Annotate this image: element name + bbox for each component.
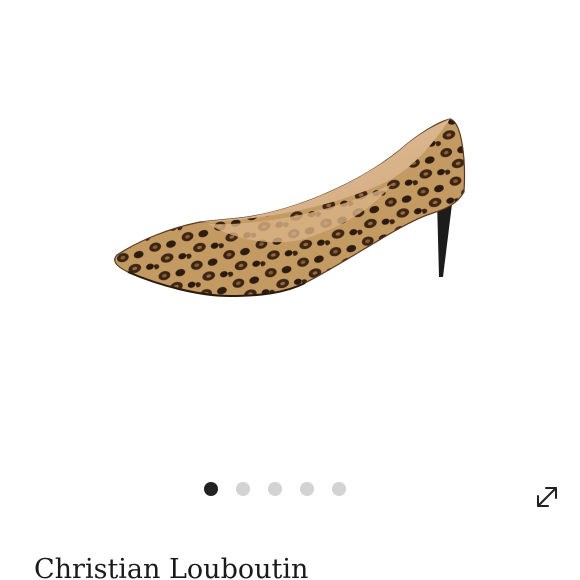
carousel-dot-2[interactable] [236, 482, 250, 496]
image-gallery[interactable] [0, 0, 580, 507]
product-page: Christian Louboutin [0, 0, 580, 580]
expand-arrows-icon[interactable] [532, 482, 562, 512]
carousel-dot-1[interactable] [204, 482, 218, 496]
carousel-dot-5[interactable] [332, 482, 346, 496]
carousel-indicators [204, 482, 346, 496]
brand-name[interactable]: Christian Louboutin [34, 550, 308, 580]
carousel-dot-3[interactable] [268, 482, 282, 496]
product-image[interactable] [100, 100, 480, 310]
carousel-dot-4[interactable] [300, 482, 314, 496]
